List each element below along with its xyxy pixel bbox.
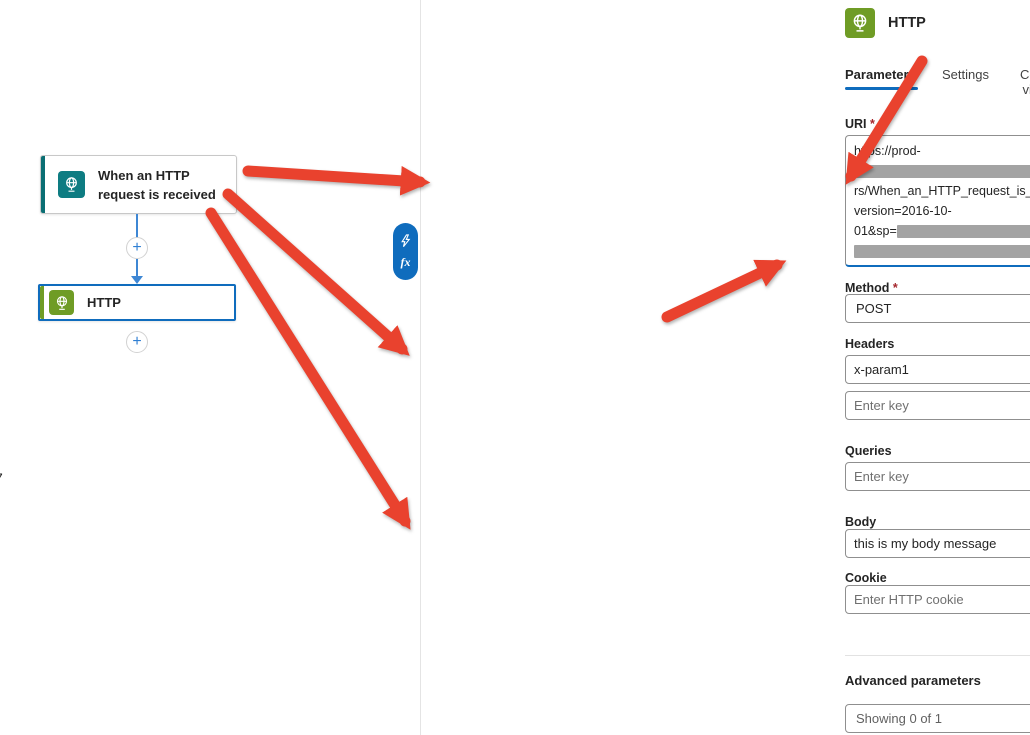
action-node-http-selected[interactable]: HTTP: [38, 284, 236, 321]
body-input[interactable]: [845, 529, 1030, 558]
uri-label: URI *: [845, 117, 875, 131]
arrow-to-headers: [228, 194, 402, 349]
header-key-input-empty[interactable]: [845, 391, 1030, 420]
cookie-label: Cookie: [845, 571, 887, 585]
tab-settings[interactable]: Settings: [942, 67, 989, 82]
trigger-node-when-http-request-received[interactable]: When an HTTPrequest is received: [40, 155, 237, 214]
lightning-icon[interactable]: [399, 234, 412, 248]
panel-title: HTTP: [888, 15, 926, 31]
method-label: Method *: [845, 281, 898, 295]
connector-line: [136, 259, 138, 277]
method-dropdown[interactable]: POST: [845, 294, 1030, 323]
tab-code-view[interactable]: Code view: [1020, 67, 1030, 97]
action-node-label: HTTP: [87, 293, 121, 312]
http-globe-icon: [49, 290, 74, 315]
advanced-parameters-label: Advanced parameters: [845, 673, 981, 688]
header-key-input[interactable]: [845, 355, 1030, 384]
uri-input[interactable]: https://prod- /trigge rs/When_an_HTTP_re…: [845, 135, 1030, 267]
clipped-edge-text: 7: [0, 470, 3, 486]
fx-expression-icon[interactable]: fx: [401, 255, 411, 270]
action-config-panel: HTTP ⋮ ✕ Parameters Settings Code view T…: [420, 0, 1030, 735]
uri-text: 01&sp=: [854, 221, 897, 241]
uri-text: version=2016-10-: [854, 201, 952, 221]
uri-text: rs/When_an_HTTP_request_is_received/path…: [854, 181, 1030, 201]
action-stripe: [40, 286, 44, 319]
uri-text: https://prod-: [854, 141, 921, 161]
redaction-bar: [897, 225, 1030, 238]
insert-step-button[interactable]: +: [126, 331, 148, 353]
trigger-stripe: [41, 156, 45, 213]
arrow-to-uri: [248, 171, 420, 182]
query-key-input[interactable]: [845, 462, 1030, 491]
http-globe-icon: [845, 8, 875, 38]
insert-step-button[interactable]: +: [126, 237, 148, 259]
active-tab-indicator: [845, 87, 918, 90]
section-divider: [845, 655, 1030, 656]
app-window: 7 When an HTTPrequest is received + HTTP…: [0, 0, 1030, 735]
tab-parameters[interactable]: Parameters: [845, 67, 916, 82]
cookie-input[interactable]: [845, 585, 1030, 614]
queries-label: Queries: [845, 444, 892, 458]
token-picker-pill: fx: [393, 223, 418, 280]
redaction-bar: [854, 165, 1030, 178]
http-request-icon: [58, 171, 85, 198]
arrow-to-body: [211, 213, 405, 521]
advanced-parameters-dropdown[interactable]: Showing 0 of 1: [845, 704, 1030, 733]
connector-arrowhead: [131, 276, 143, 284]
headers-label: Headers: [845, 337, 894, 351]
body-label: Body: [845, 515, 876, 529]
trigger-node-label: When an HTTPrequest is received: [98, 166, 228, 204]
redaction-bar: [854, 245, 1030, 258]
connector-line: [136, 214, 138, 238]
